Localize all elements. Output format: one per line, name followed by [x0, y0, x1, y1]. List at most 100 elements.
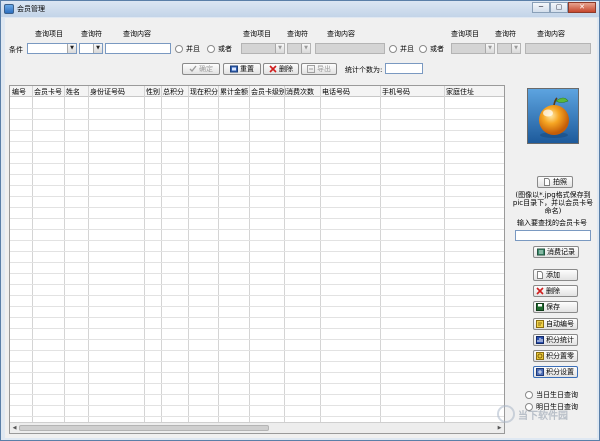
query-op-header-2: 查询符 — [287, 30, 308, 38]
query-item-header-3: 查询项目 — [451, 30, 479, 38]
member-side-panel: 拍照 (图像以*.jpg格式保存到pic目录下，并以会员卡号命名) 输入要查找的… — [509, 85, 595, 434]
query-item-select-2[interactable]: ▼ — [241, 43, 285, 54]
find-card-label: 输入要查找的会员卡号 — [517, 219, 587, 227]
points-reset-button[interactable]: 积分置零 — [533, 350, 578, 362]
table-row-divider — [10, 361, 504, 362]
col-header-gender[interactable]: 性别 — [146, 87, 160, 97]
col-header-id[interactable]: 编号 — [12, 87, 26, 97]
query-content-header-2: 查询内容 — [327, 30, 355, 38]
table-row-divider — [10, 416, 504, 417]
table-row-divider — [10, 152, 504, 153]
logic-or-radio-1[interactable]: 或者 — [207, 44, 232, 54]
birthday-today-radio[interactable]: 当日生日查询 — [525, 390, 578, 400]
table-row-divider — [10, 240, 504, 241]
find-card-input[interactable] — [515, 230, 591, 241]
table-row-divider — [10, 174, 504, 175]
table-row-divider — [10, 163, 504, 164]
chevron-down-icon: ▼ — [275, 44, 284, 53]
query-op-select-1[interactable]: ▼ — [79, 43, 103, 54]
watermark-text: 当下软件园 — [518, 410, 568, 422]
points-settings-button[interactable]: 积分设置 — [533, 366, 578, 378]
count-value-field — [385, 63, 423, 74]
minimize-button[interactable]: ─ — [532, 2, 550, 13]
query-content-header-3: 查询内容 — [537, 30, 565, 38]
export-icon — [307, 65, 315, 73]
query-item-header-1: 查询项目 — [35, 30, 63, 38]
table-row-divider — [10, 405, 504, 406]
col-header-id-number[interactable]: 身份证号码 — [90, 87, 125, 97]
add-member-button[interactable]: 添加 — [533, 269, 578, 281]
query-content-input-1[interactable] — [105, 43, 171, 54]
col-header-current-points[interactable]: 现在积分 — [190, 87, 218, 97]
horizontal-scrollbar[interactable]: ◀ ▶ — [10, 422, 504, 433]
query-item-select-1[interactable]: ▼ — [27, 43, 77, 54]
orange-fruit-icon — [539, 97, 569, 138]
title-bar[interactable]: 会员管理 ─ ▢ ✕ — [1, 1, 599, 17]
table-row-divider — [10, 372, 504, 373]
table-row-divider — [10, 328, 504, 329]
document-icon — [543, 178, 551, 186]
points-reset-label: 积分置零 — [546, 352, 574, 360]
chevron-down-icon: ▼ — [93, 44, 102, 53]
col-header-card-no[interactable]: 会员卡号 — [34, 87, 62, 97]
consume-records-button[interactable]: 消费记录 — [533, 246, 579, 258]
col-header-card-level[interactable]: 会员卡级别 — [251, 87, 286, 97]
points-stats-button[interactable]: 积分统计 — [533, 334, 578, 346]
col-header-address[interactable]: 家庭住址 — [446, 87, 474, 97]
scroll-thumb[interactable] — [19, 425, 269, 431]
col-header-mobile[interactable]: 手机号码 — [382, 87, 410, 97]
query-op-header-3: 查询符 — [495, 30, 516, 38]
member-photo — [527, 88, 579, 144]
delete-query-button[interactable]: 删除 — [263, 63, 299, 75]
radio-dot-icon — [419, 45, 427, 53]
table-row-divider — [10, 383, 504, 384]
radio-dot-icon — [525, 391, 533, 399]
col-header-name[interactable]: 姓名 — [66, 87, 80, 97]
delete-member-label: 删除 — [546, 287, 560, 295]
stats-icon — [536, 336, 544, 344]
auto-number-button[interactable]: 自动编号 — [533, 318, 578, 330]
save-member-button[interactable]: 保存 — [533, 301, 578, 313]
reset-label: 重置 — [240, 65, 254, 73]
query-content-input-3[interactable] — [525, 43, 591, 54]
chevron-down-icon: ▼ — [511, 44, 520, 53]
col-header-total-amount[interactable]: 累计金额 — [220, 87, 248, 97]
col-header-visit-count[interactable]: 消费次数 — [286, 87, 314, 97]
capture-photo-button[interactable]: 拍照 — [537, 176, 573, 188]
col-header-total-points[interactable]: 总积分 — [163, 87, 184, 97]
radio-dot-icon — [207, 45, 215, 53]
reset-points-icon — [536, 352, 544, 360]
table-row-divider — [10, 350, 504, 351]
site-watermark: 当下软件园 — [497, 402, 597, 426]
export-button[interactable]: 导出 — [301, 63, 337, 75]
photo-save-note: (图像以*.jpg格式保存到pic目录下，并以会员卡号命名) — [512, 191, 594, 215]
delete-member-button[interactable]: 删除 — [533, 285, 578, 297]
query-content-header-1: 查询内容 — [123, 30, 151, 38]
settings-icon — [536, 368, 544, 376]
document-icon — [536, 271, 544, 279]
reset-icon — [230, 65, 238, 73]
logic-and-radio-1[interactable]: 并且 — [175, 44, 200, 54]
query-op-select-2[interactable]: ▼ — [287, 43, 311, 54]
birthday-today-label: 当日生日查询 — [536, 391, 578, 399]
watermark-logo-icon — [497, 405, 515, 423]
chevron-down-icon: ▼ — [301, 44, 310, 53]
query-content-input-2[interactable] — [315, 43, 385, 54]
scroll-left-icon[interactable]: ◀ — [10, 423, 19, 433]
window-title: 会员管理 — [17, 5, 45, 13]
radio-dot-icon — [389, 45, 397, 53]
logic-or-radio-2[interactable]: 或者 — [419, 44, 444, 54]
close-button[interactable]: ✕ — [568, 2, 596, 13]
logic-and-radio-2[interactable]: 并且 — [389, 44, 414, 54]
records-icon — [537, 248, 545, 256]
confirm-button[interactable]: 确定 — [182, 63, 220, 75]
col-header-phone[interactable]: 电话号码 — [322, 87, 350, 97]
save-disk-icon — [536, 303, 544, 311]
table-row-divider — [10, 218, 504, 219]
table-row-divider — [10, 317, 504, 318]
reset-button[interactable]: 重置 — [223, 63, 261, 75]
member-table[interactable]: 编号 会员卡号 姓名 身份证号码 性别 总积分 现在积分 累计金额 会员卡级别 … — [9, 85, 505, 434]
maximize-button[interactable]: ▢ — [550, 2, 568, 13]
query-op-select-3[interactable]: ▼ — [497, 43, 521, 54]
query-item-select-3[interactable]: ▼ — [451, 43, 495, 54]
